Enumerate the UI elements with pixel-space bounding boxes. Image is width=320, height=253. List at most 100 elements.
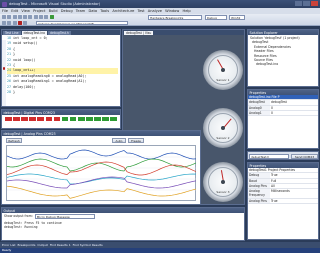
analog-plot-svg: [6, 149, 197, 199]
undo-icon[interactable]: [39, 15, 44, 19]
digital-pins-pane: debugTest | Digital Pins COM23: [1, 109, 121, 129]
refresh-button[interactable]: Refresh: [6, 138, 22, 143]
new-file-icon[interactable]: [2, 15, 6, 19]
digital-pin-led: [13, 117, 20, 121]
code-area[interactable]: 18 int loop_cnt = 0; 19 void setup() 20{ 2…: [2, 35, 120, 96]
menu-project[interactable]: Project: [33, 9, 45, 13]
breakpoint-icon[interactable]: [17, 20, 22, 25]
gauge-hub: [221, 68, 225, 72]
board-combo[interactable]: Arduino Duemilanove w/ ATmega328: [36, 20, 128, 25]
redo-icon[interactable]: [44, 15, 49, 19]
auto-button[interactable]: Auto: [112, 138, 126, 143]
upload-icon[interactable]: [23, 20, 28, 25]
digital-pin-led: [61, 117, 69, 121]
config-combo[interactable]: Debug: [205, 15, 227, 20]
toolbar-row-2: [2, 20, 28, 25]
step-over-icon[interactable]: [7, 20, 12, 25]
tree-item[interactable]: debugTest.ino: [250, 62, 316, 66]
digital-pin-led: [5, 117, 12, 121]
analog-trace: [6, 185, 197, 199]
menu-build[interactable]: Build: [49, 9, 58, 13]
menu-data[interactable]: Data: [88, 9, 97, 13]
editor-pane: Test Line debugTest.ino debugTest.h 18 in…: [1, 29, 121, 107]
send-button[interactable]: Send COM23: [291, 154, 318, 159]
digital-pin-led: [69, 117, 77, 121]
solution-explorer-pane: Solution Explorer Solution 'debugTest' (…: [247, 29, 319, 87]
menu-edit[interactable]: Edit: [11, 9, 18, 13]
paste-icon[interactable]: [33, 15, 38, 19]
cut-icon[interactable]: [23, 15, 28, 19]
window-controls: [295, 1, 318, 6]
step-into-icon[interactable]: [2, 20, 6, 25]
analog-trace: [6, 149, 197, 160]
output-text[interactable]: debugTest: Press F5 to continue debugTes…: [2, 220, 244, 230]
gauge-sensor-1: Sensor 1: [203, 50, 243, 90]
gauge-hub: [221, 126, 225, 130]
maximize-button[interactable]: [303, 1, 310, 6]
close-button[interactable]: [311, 1, 318, 6]
gauge-label: Sensor 1: [216, 78, 230, 82]
tab-visualizer[interactable]: debugTest | Visu: [124, 30, 154, 35]
breakpoint-marker[interactable]: [2, 67, 6, 70]
tab-debugtest-h[interactable]: debugTest.h: [48, 30, 71, 35]
property-row[interactable]: Analog Pins True: [248, 198, 318, 205]
analog-pins-header: debugTest | Analog Pins COM23: [2, 131, 200, 136]
status-bar: Ready: [0, 248, 320, 253]
menu-file[interactable]: File: [2, 9, 8, 13]
menu-test[interactable]: Test: [138, 9, 145, 13]
step-out-icon[interactable]: [12, 20, 17, 25]
start-debug-icon[interactable]: [49, 15, 54, 19]
menu-tools[interactable]: Tools: [100, 9, 109, 13]
tab-error-list[interactable]: Error List: [2, 243, 16, 247]
analog-trace: [6, 161, 197, 176]
save-all-icon[interactable]: [17, 15, 22, 19]
property-row[interactable]: Analog1 0: [248, 110, 318, 117]
serial-send-bar: debugTest.h Send COM23: [247, 151, 319, 160]
analog-plot[interactable]: [6, 145, 197, 201]
digital-pin-led: [21, 117, 28, 121]
toolbar-row-1: [2, 15, 54, 19]
output-source-combo[interactable]: Micro Debug Message: [34, 214, 95, 219]
menu-architecture[interactable]: Architecture: [112, 9, 134, 13]
gauge-label: Sensor 3: [216, 190, 230, 194]
toolbar: Debug Win32 Hardware Breakpoints Arduino…: [0, 14, 320, 26]
serial-input[interactable]: debugTest.h: [249, 154, 289, 159]
analog-pins-pane: debugTest | Analog Pins COM23 Refresh Au…: [1, 130, 201, 205]
platform-combo[interactable]: Win32: [229, 15, 245, 20]
app-icon: [2, 1, 7, 7]
tab-find-symbol-results[interactable]: Find Symbol Results: [73, 243, 103, 247]
menu-view[interactable]: View: [21, 9, 30, 13]
copy-icon[interactable]: [28, 15, 33, 19]
digital-pin-led: [37, 117, 44, 121]
target-combo[interactable]: Hardware Breakpoints: [148, 15, 202, 20]
editor-gutter[interactable]: [2, 40, 6, 106]
tab-test-line[interactable]: Test Line: [3, 30, 21, 35]
properties-pane: Properties debugTest.ino File P debugTes…: [247, 89, 319, 149]
tab-debugtest-ino[interactable]: debugTest.ino: [21, 30, 48, 35]
title-bar: debugTest - Microsoft Visual Studio (Adm…: [0, 0, 320, 8]
digital-pin-led: [86, 117, 93, 121]
menu-debug[interactable]: Debug: [61, 9, 73, 13]
open-icon[interactable]: [7, 15, 12, 19]
save-icon[interactable]: [12, 15, 17, 19]
digital-pin-led: [53, 117, 61, 121]
freeze-button[interactable]: Freeze: [128, 138, 144, 143]
menu-team[interactable]: Team: [76, 9, 86, 13]
property-row[interactable]: Analog Frequency Milliseconds: [248, 189, 318, 199]
digital-pin-led: [77, 117, 85, 121]
menu-analyze[interactable]: Analyze: [148, 9, 162, 13]
digital-pin-led: [29, 117, 36, 121]
menu-help[interactable]: Help: [183, 9, 191, 13]
menu-window[interactable]: Window: [165, 9, 179, 13]
tab-find-results[interactable]: Find Results 1: [50, 243, 71, 247]
gauge-hub: [221, 180, 225, 184]
solution-tree: Solution 'debugTest' (1 project) debugTe…: [248, 35, 318, 68]
code-line: 28}: [7, 90, 16, 95]
gauge-label: Sensor 2: [216, 136, 230, 140]
tab-breakpoints[interactable]: Breakpoints: [18, 243, 36, 247]
gauge-sensor-2: Sensor 2: [203, 108, 243, 148]
digital-pin-led: [45, 117, 53, 121]
minimize-button[interactable]: [295, 1, 302, 6]
tab-output[interactable]: Output: [37, 243, 47, 247]
project-properties-pane: Properties debugTest1 Project Properties…: [247, 162, 319, 240]
